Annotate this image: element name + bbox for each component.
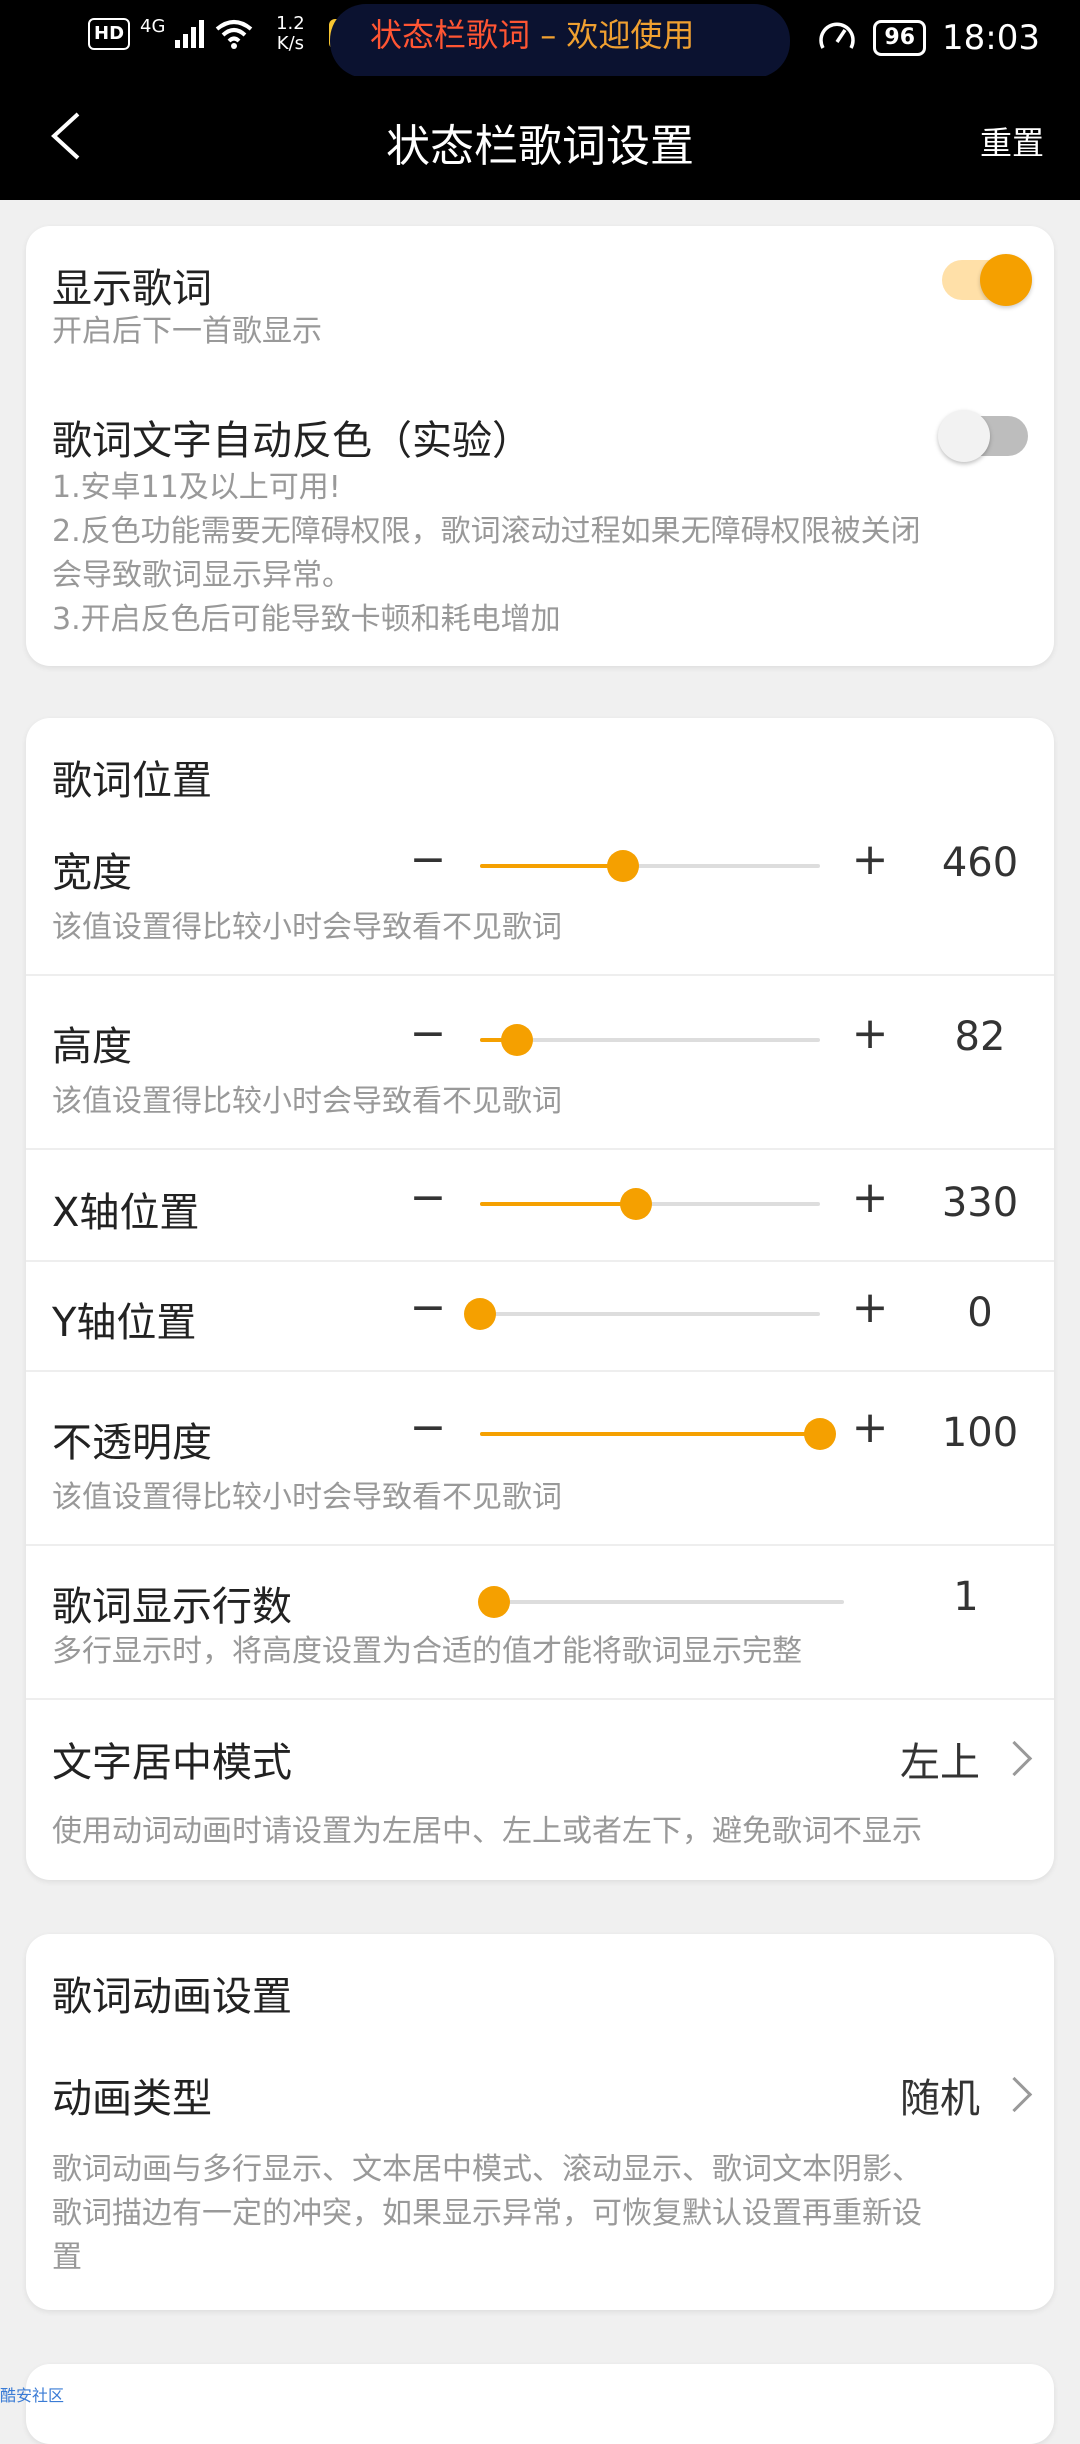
status-lyric-welcome: – 欢迎使用 bbox=[530, 16, 695, 54]
reset-button[interactable]: 重置 bbox=[980, 118, 1044, 164]
opacity-minus-button[interactable]: − bbox=[408, 1402, 448, 1453]
divider bbox=[26, 1148, 1054, 1150]
divider bbox=[26, 974, 1054, 976]
height-minus-button[interactable]: − bbox=[408, 1008, 448, 1059]
show-lyrics-toggle[interactable] bbox=[942, 254, 1032, 306]
width-minus-button[interactable]: − bbox=[408, 834, 448, 885]
height-value: 82 bbox=[954, 1014, 1006, 1060]
show-lyrics-desc: 开启后下一首歌显示 bbox=[52, 314, 322, 349]
divider bbox=[26, 1544, 1054, 1546]
auto-invert-toggle[interactable] bbox=[938, 410, 1028, 462]
height-slider[interactable] bbox=[480, 1024, 820, 1056]
width-desc: 该值设置得比较小时会导致看不见歌词 bbox=[52, 910, 562, 945]
x-position-value: 330 bbox=[941, 1180, 1019, 1226]
clock: 18:03 bbox=[942, 18, 1040, 58]
status-lyric-title: 状态栏歌词 bbox=[370, 16, 531, 54]
opacity-plus-button[interactable]: + bbox=[850, 1402, 890, 1453]
divider bbox=[26, 1260, 1054, 1262]
x-minus-button[interactable]: − bbox=[408, 1172, 448, 1223]
status-right: 96 18:03 bbox=[817, 18, 1040, 58]
signal-bars-icon bbox=[175, 20, 205, 48]
hd-badge: HD bbox=[88, 18, 131, 50]
slider-thumb[interactable] bbox=[620, 1188, 653, 1220]
y-position-label: Y轴位置 bbox=[52, 1300, 197, 1346]
slider-fill bbox=[480, 864, 623, 868]
auto-invert-desc-3: 会导致歌词显示异常。 bbox=[52, 558, 352, 593]
slider-fill bbox=[480, 1432, 820, 1436]
net-speed: 1.2 K/s bbox=[263, 14, 317, 54]
line-count-label: 歌词显示行数 bbox=[52, 1584, 292, 1630]
net-speed-value: 1.2 bbox=[276, 13, 305, 34]
text-align-label: 文字居中模式 bbox=[52, 1740, 292, 1786]
text-align-value: 左上 bbox=[900, 1740, 980, 1786]
line-count-desc: 多行显示时，将高度设置为合适的值才能将歌词显示完整 bbox=[52, 1634, 802, 1669]
auto-invert-desc-4: 3.开启反色后可能导致卡顿和耗电增加 bbox=[52, 602, 561, 637]
animation-desc-3: 置 bbox=[52, 2240, 82, 2275]
animation-desc-2: 歌词描边有一定的冲突，如果显示异常，可恢复默认设置再重新设 bbox=[52, 2196, 922, 2231]
animation-type-label: 动画类型 bbox=[52, 2076, 212, 2122]
watermark: 酷安社区 bbox=[0, 2386, 65, 2405]
opacity-slider[interactable] bbox=[480, 1418, 836, 1450]
y-position-value: 0 bbox=[967, 1290, 993, 1336]
width-label: 宽度 bbox=[52, 850, 132, 896]
divider bbox=[26, 1370, 1054, 1372]
net-speed-unit: K/s bbox=[276, 33, 305, 54]
speedometer-icon bbox=[819, 22, 856, 49]
next-card bbox=[26, 2364, 1054, 2444]
auto-invert-desc-1: 1.安卓11及以上可用! bbox=[52, 470, 341, 505]
slider-thumb[interactable] bbox=[804, 1418, 836, 1450]
wifi-icon bbox=[216, 20, 253, 49]
status-lyric: 状态栏歌词 – 欢迎使用 bbox=[370, 10, 694, 56]
chevron-right-icon bbox=[996, 2076, 1033, 2113]
height-plus-button[interactable]: + bbox=[850, 1008, 890, 1059]
animation-card: 歌词动画设置 动画类型 随机 歌词动画与多行显示、文本居中模式、滚动显示、歌词文… bbox=[26, 1934, 1054, 2310]
x-plus-button[interactable]: + bbox=[850, 1172, 890, 1223]
height-label: 高度 bbox=[52, 1024, 132, 1070]
auto-invert-label: 歌词文字自动反色（实验） bbox=[52, 418, 532, 464]
slider-thumb[interactable] bbox=[606, 850, 639, 882]
width-slider[interactable] bbox=[480, 850, 820, 882]
display-settings-card: 显示歌词 开启后下一首歌显示 歌词文字自动反色（实验） 1.安卓11及以上可用!… bbox=[26, 226, 1054, 666]
chevron-right-icon bbox=[996, 1740, 1033, 1777]
app-bar: 状态栏歌词设置 重置 bbox=[0, 76, 1080, 200]
slider-thumb[interactable] bbox=[501, 1024, 534, 1056]
width-value: 460 bbox=[941, 840, 1019, 886]
line-count-slider[interactable] bbox=[478, 1586, 844, 1618]
lyric-position-card: 歌词位置 宽度 − + 460 该值设置得比较小时会导致看不见歌词 高度 − +… bbox=[26, 718, 1054, 1880]
status-bar: HD 4G 1.2 K/s 状态栏歌词 – 欢迎使用 96 18:03 bbox=[0, 0, 1080, 78]
animation-type-value: 随机 bbox=[900, 2076, 980, 2122]
line-count-value: 1 bbox=[953, 1574, 979, 1620]
width-plus-button[interactable]: + bbox=[850, 834, 890, 885]
toggle-knob bbox=[980, 254, 1032, 306]
slider-thumb[interactable] bbox=[478, 1586, 510, 1618]
signal-icon: 4G bbox=[140, 15, 166, 37]
section-title: 歌词位置 bbox=[52, 758, 212, 804]
text-align-desc: 使用动词动画时请设置为左居中、左上或者左下，避免歌词不显示 bbox=[52, 1814, 922, 1849]
x-position-slider[interactable] bbox=[480, 1188, 820, 1220]
opacity-desc: 该值设置得比较小时会导致看不见歌词 bbox=[52, 1480, 562, 1515]
opacity-label: 不透明度 bbox=[52, 1420, 212, 1466]
y-minus-button[interactable]: − bbox=[408, 1282, 448, 1333]
auto-invert-desc-2: 2.反色功能需要无障碍权限，歌词滚动过程如果无障碍权限被关闭 bbox=[52, 514, 921, 549]
y-plus-button[interactable]: + bbox=[850, 1282, 890, 1333]
height-desc: 该值设置得比较小时会导致看不见歌词 bbox=[52, 1084, 562, 1119]
animation-desc-1: 歌词动画与多行显示、文本居中模式、滚动显示、歌词文本阴影、 bbox=[52, 2152, 922, 2187]
opacity-value: 100 bbox=[941, 1410, 1019, 1456]
battery-indicator: 96 bbox=[873, 20, 927, 56]
y-position-slider[interactable] bbox=[464, 1298, 820, 1330]
slider-thumb[interactable] bbox=[464, 1298, 496, 1330]
page-title: 状态栏歌词设置 bbox=[386, 121, 694, 172]
slider-fill bbox=[480, 1202, 637, 1206]
divider bbox=[26, 1698, 1054, 1700]
x-position-label: X轴位置 bbox=[52, 1190, 200, 1236]
show-lyrics-label: 显示歌词 bbox=[52, 266, 212, 312]
toggle-knob bbox=[938, 410, 990, 462]
section-title: 歌词动画设置 bbox=[52, 1974, 292, 2020]
